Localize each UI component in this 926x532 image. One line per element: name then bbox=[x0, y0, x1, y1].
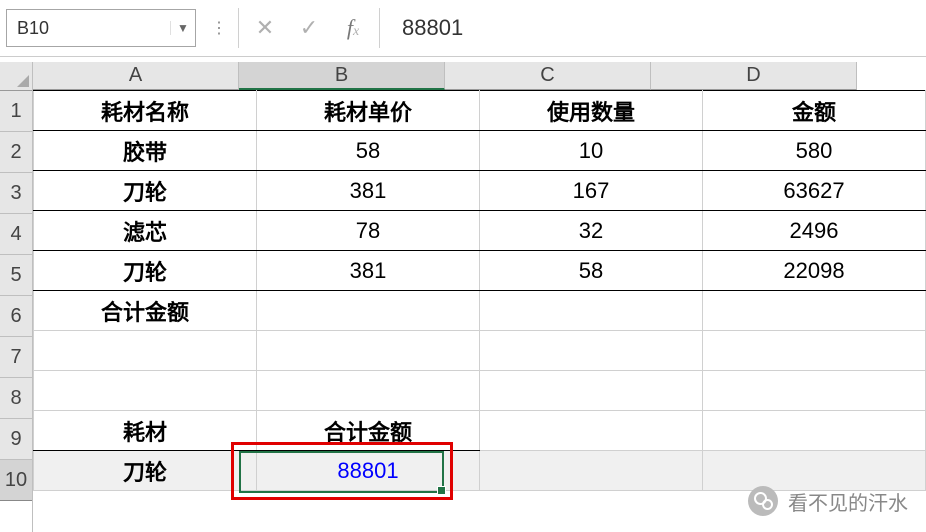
row-header-5[interactable]: 5 bbox=[0, 255, 32, 296]
formula-bar-buttons: ✕ ✓ fx bbox=[243, 15, 375, 41]
row-header-3[interactable]: 3 bbox=[0, 173, 32, 214]
cell-a10[interactable]: 刀轮 bbox=[34, 451, 257, 491]
row-header-6[interactable]: 6 bbox=[0, 296, 32, 337]
spreadsheet: 1 2 3 4 5 6 7 8 9 10 A B C D 耗材名称 耗材单价 使… bbox=[0, 62, 926, 532]
table-row: 滤芯 78 32 2496 bbox=[34, 211, 926, 251]
table-row: 刀轮 88801 bbox=[34, 451, 926, 491]
cell-d5[interactable]: 22098 bbox=[703, 251, 926, 291]
formula-input[interactable]: 88801 bbox=[384, 15, 926, 41]
cell-b10[interactable]: 88801 bbox=[257, 451, 480, 491]
table-row: 刀轮 381 167 63627 bbox=[34, 171, 926, 211]
cell-c4[interactable]: 32 bbox=[480, 211, 703, 251]
cell-b1[interactable]: 耗材单价 bbox=[257, 91, 480, 131]
cancel-icon[interactable]: ✕ bbox=[243, 15, 287, 41]
divider bbox=[379, 8, 380, 48]
cell-d6[interactable] bbox=[703, 291, 926, 331]
cell-d8[interactable] bbox=[703, 371, 926, 411]
cell-a7[interactable] bbox=[34, 331, 257, 371]
table-row: 合计金额 bbox=[34, 291, 926, 331]
row-header-8[interactable]: 8 bbox=[0, 378, 32, 419]
cell-c1[interactable]: 使用数量 bbox=[480, 91, 703, 131]
cell-b8[interactable] bbox=[257, 371, 480, 411]
cell-a9[interactable]: 耗材 bbox=[34, 411, 257, 451]
cell-c9[interactable] bbox=[480, 411, 703, 451]
formula-bar: B10 ▼ ⋮ ✕ ✓ fx 88801 bbox=[0, 0, 926, 57]
cell-c2[interactable]: 10 bbox=[480, 131, 703, 171]
cell-b7[interactable] bbox=[257, 331, 480, 371]
watermark: 看不见的汗水 bbox=[748, 486, 908, 516]
grid: A B C D 耗材名称 耗材单价 使用数量 金额 胶带 58 10 580 刀… bbox=[33, 62, 926, 532]
cell-a5[interactable]: 刀轮 bbox=[34, 251, 257, 291]
cell-d7[interactable] bbox=[703, 331, 926, 371]
cell-d3[interactable]: 63627 bbox=[703, 171, 926, 211]
cells: 耗材名称 耗材单价 使用数量 金额 胶带 58 10 580 刀轮 381 16… bbox=[33, 90, 926, 491]
wechat-icon bbox=[748, 486, 778, 516]
cell-a1[interactable]: 耗材名称 bbox=[34, 91, 257, 131]
cell-b4[interactable]: 78 bbox=[257, 211, 480, 251]
row-headers: 1 2 3 4 5 6 7 8 9 10 bbox=[0, 62, 33, 532]
cell-b6[interactable] bbox=[257, 291, 480, 331]
cell-a8[interactable] bbox=[34, 371, 257, 411]
cell-b2[interactable]: 58 bbox=[257, 131, 480, 171]
formula-input-value: 88801 bbox=[402, 15, 463, 40]
col-header-d[interactable]: D bbox=[651, 62, 857, 90]
cell-c7[interactable] bbox=[480, 331, 703, 371]
name-box-value: B10 bbox=[7, 18, 170, 39]
cell-c8[interactable] bbox=[480, 371, 703, 411]
cell-d9[interactable] bbox=[703, 411, 926, 451]
cell-a2[interactable]: 胶带 bbox=[34, 131, 257, 171]
name-box-dropdown-icon[interactable]: ▼ bbox=[170, 21, 195, 35]
cell-b9[interactable]: 合计金额 bbox=[257, 411, 480, 451]
table-row bbox=[34, 331, 926, 371]
cell-d4[interactable]: 2496 bbox=[703, 211, 926, 251]
table-row: 耗材 合计金额 bbox=[34, 411, 926, 451]
table-row bbox=[34, 371, 926, 411]
table-row: 耗材名称 耗材单价 使用数量 金额 bbox=[34, 91, 926, 131]
row-header-4[interactable]: 4 bbox=[0, 214, 32, 255]
fx-icon[interactable]: fx bbox=[331, 15, 375, 41]
cell-c3[interactable]: 167 bbox=[480, 171, 703, 211]
confirm-icon[interactable]: ✓ bbox=[287, 15, 331, 41]
watermark-text: 看不见的汗水 bbox=[788, 487, 908, 516]
row-header-10[interactable]: 10 bbox=[0, 460, 32, 501]
cell-d2[interactable]: 580 bbox=[703, 131, 926, 171]
row-header-7[interactable]: 7 bbox=[0, 337, 32, 378]
col-header-b[interactable]: B bbox=[239, 62, 445, 90]
col-header-c[interactable]: C bbox=[445, 62, 651, 90]
name-box[interactable]: B10 ▼ bbox=[6, 9, 196, 47]
divider bbox=[238, 8, 239, 48]
cell-d1[interactable]: 金额 bbox=[703, 91, 926, 131]
cell-a4[interactable]: 滤芯 bbox=[34, 211, 257, 251]
cell-b5[interactable]: 381 bbox=[257, 251, 480, 291]
cell-c6[interactable] bbox=[480, 291, 703, 331]
row-header-9[interactable]: 9 bbox=[0, 419, 32, 460]
row-header-2[interactable]: 2 bbox=[0, 132, 32, 173]
cell-c10[interactable] bbox=[480, 451, 703, 491]
cell-b3[interactable]: 381 bbox=[257, 171, 480, 211]
cell-c5[interactable]: 58 bbox=[480, 251, 703, 291]
col-header-a[interactable]: A bbox=[33, 62, 239, 90]
column-headers: A B C D bbox=[33, 62, 926, 90]
table-row: 胶带 58 10 580 bbox=[34, 131, 926, 171]
row-header-1[interactable]: 1 bbox=[0, 91, 32, 132]
cell-d10[interactable] bbox=[703, 451, 926, 491]
cell-a3[interactable]: 刀轮 bbox=[34, 171, 257, 211]
expand-icon[interactable]: ⋮ bbox=[206, 18, 234, 38]
select-all-corner[interactable] bbox=[0, 62, 32, 91]
cell-a6[interactable]: 合计金额 bbox=[34, 291, 257, 331]
table-row: 刀轮 381 58 22098 bbox=[34, 251, 926, 291]
